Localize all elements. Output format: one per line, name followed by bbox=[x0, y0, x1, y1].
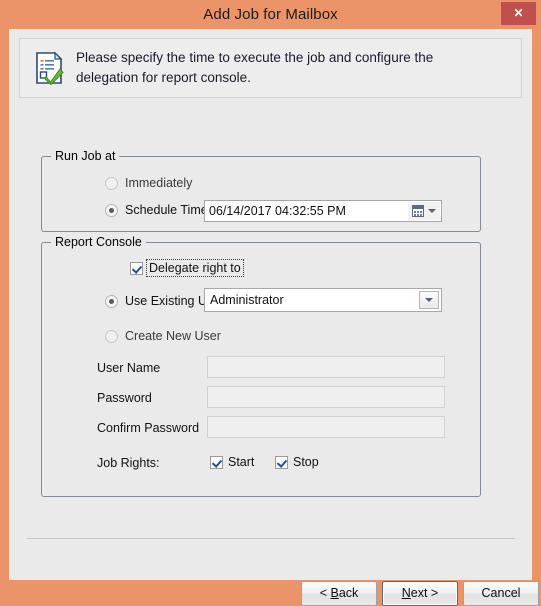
checkbox-job-right-stop[interactable]: Stop bbox=[275, 455, 319, 469]
confirm-password-label: Confirm Password bbox=[97, 421, 200, 435]
back-button[interactable]: < Back bbox=[301, 581, 377, 606]
checkbox-delegate-right-to[interactable]: Delegate right to bbox=[130, 259, 244, 277]
calendar-icon bbox=[412, 205, 424, 217]
schedule-datetime-value: 06/14/2017 04:32:55 PM bbox=[209, 204, 346, 218]
dialog-window: Add Job for Mailbox ✕ Please specify the… bbox=[0, 0, 541, 606]
dialog-client-area: Please specify the time to execute the j… bbox=[9, 29, 539, 606]
report-console-group: Report Console Delegate right to Use Exi… bbox=[41, 235, 481, 497]
checkbox-job-right-start[interactable]: Start bbox=[210, 455, 254, 469]
user-name-label: User Name bbox=[97, 361, 161, 375]
checkbox-delegate-right-to-label: Delegate right to bbox=[146, 259, 244, 277]
datetime-dropdown-button[interactable] bbox=[408, 202, 440, 220]
schedule-datetime-picker[interactable]: 06/14/2017 04:32:55 PM bbox=[204, 200, 442, 222]
instruction-line-2: delegation for report console. bbox=[76, 70, 251, 85]
radio-schedule-time-label: Schedule Time bbox=[125, 203, 208, 217]
radio-immediately-label: Immediately bbox=[125, 176, 193, 190]
chevron-down-icon bbox=[428, 209, 436, 213]
footer-separator bbox=[27, 538, 515, 539]
checkbox-job-right-start-box[interactable] bbox=[210, 455, 223, 469]
radio-use-existing-user-indicator[interactable] bbox=[105, 294, 118, 308]
instruction-banner: Please specify the time to execute the j… bbox=[19, 38, 522, 98]
checkbox-job-right-start-label: Start bbox=[228, 455, 255, 469]
next-button[interactable]: Next > bbox=[382, 581, 458, 606]
user-name-input[interactable] bbox=[207, 356, 445, 378]
dialog-title: Add Job for Mailbox bbox=[203, 6, 338, 23]
radio-schedule-time-indicator[interactable] bbox=[105, 203, 118, 217]
existing-user-combobox-arrow[interactable] bbox=[419, 291, 439, 309]
checkbox-delegate-right-to-box[interactable] bbox=[130, 261, 143, 275]
existing-user-combobox-value: Administrator bbox=[210, 293, 284, 307]
instruction-text: Please specify the time to execute the j… bbox=[76, 48, 512, 88]
title-bar: Add Job for Mailbox ✕ bbox=[0, 0, 541, 29]
existing-user-combobox[interactable]: Administrator bbox=[204, 288, 442, 312]
cancel-button[interactable]: Cancel bbox=[463, 581, 539, 606]
confirm-password-input[interactable] bbox=[207, 416, 445, 438]
radio-create-new-user-indicator[interactable] bbox=[105, 329, 118, 343]
job-rights-label: Job Rights: bbox=[97, 456, 160, 470]
run-job-group-title: Run Job at bbox=[51, 149, 120, 163]
checkbox-job-right-stop-label: Stop bbox=[293, 455, 319, 469]
radio-schedule-time[interactable]: Schedule Time bbox=[105, 203, 208, 217]
password-input[interactable] bbox=[207, 386, 445, 408]
document-check-icon bbox=[31, 50, 67, 86]
chevron-down-icon bbox=[425, 298, 433, 302]
radio-create-new-user[interactable]: Create New User bbox=[105, 329, 221, 343]
radio-immediately-indicator[interactable] bbox=[105, 176, 118, 190]
instruction-line-1: Please specify the time to execute the j… bbox=[76, 50, 434, 65]
radio-immediately[interactable]: Immediately bbox=[105, 176, 192, 190]
report-console-group-title: Report Console bbox=[51, 235, 146, 249]
radio-create-new-user-label: Create New User bbox=[125, 329, 221, 343]
password-label: Password bbox=[97, 391, 152, 405]
checkbox-job-right-stop-box[interactable] bbox=[275, 455, 288, 469]
close-icon[interactable]: ✕ bbox=[501, 2, 536, 25]
